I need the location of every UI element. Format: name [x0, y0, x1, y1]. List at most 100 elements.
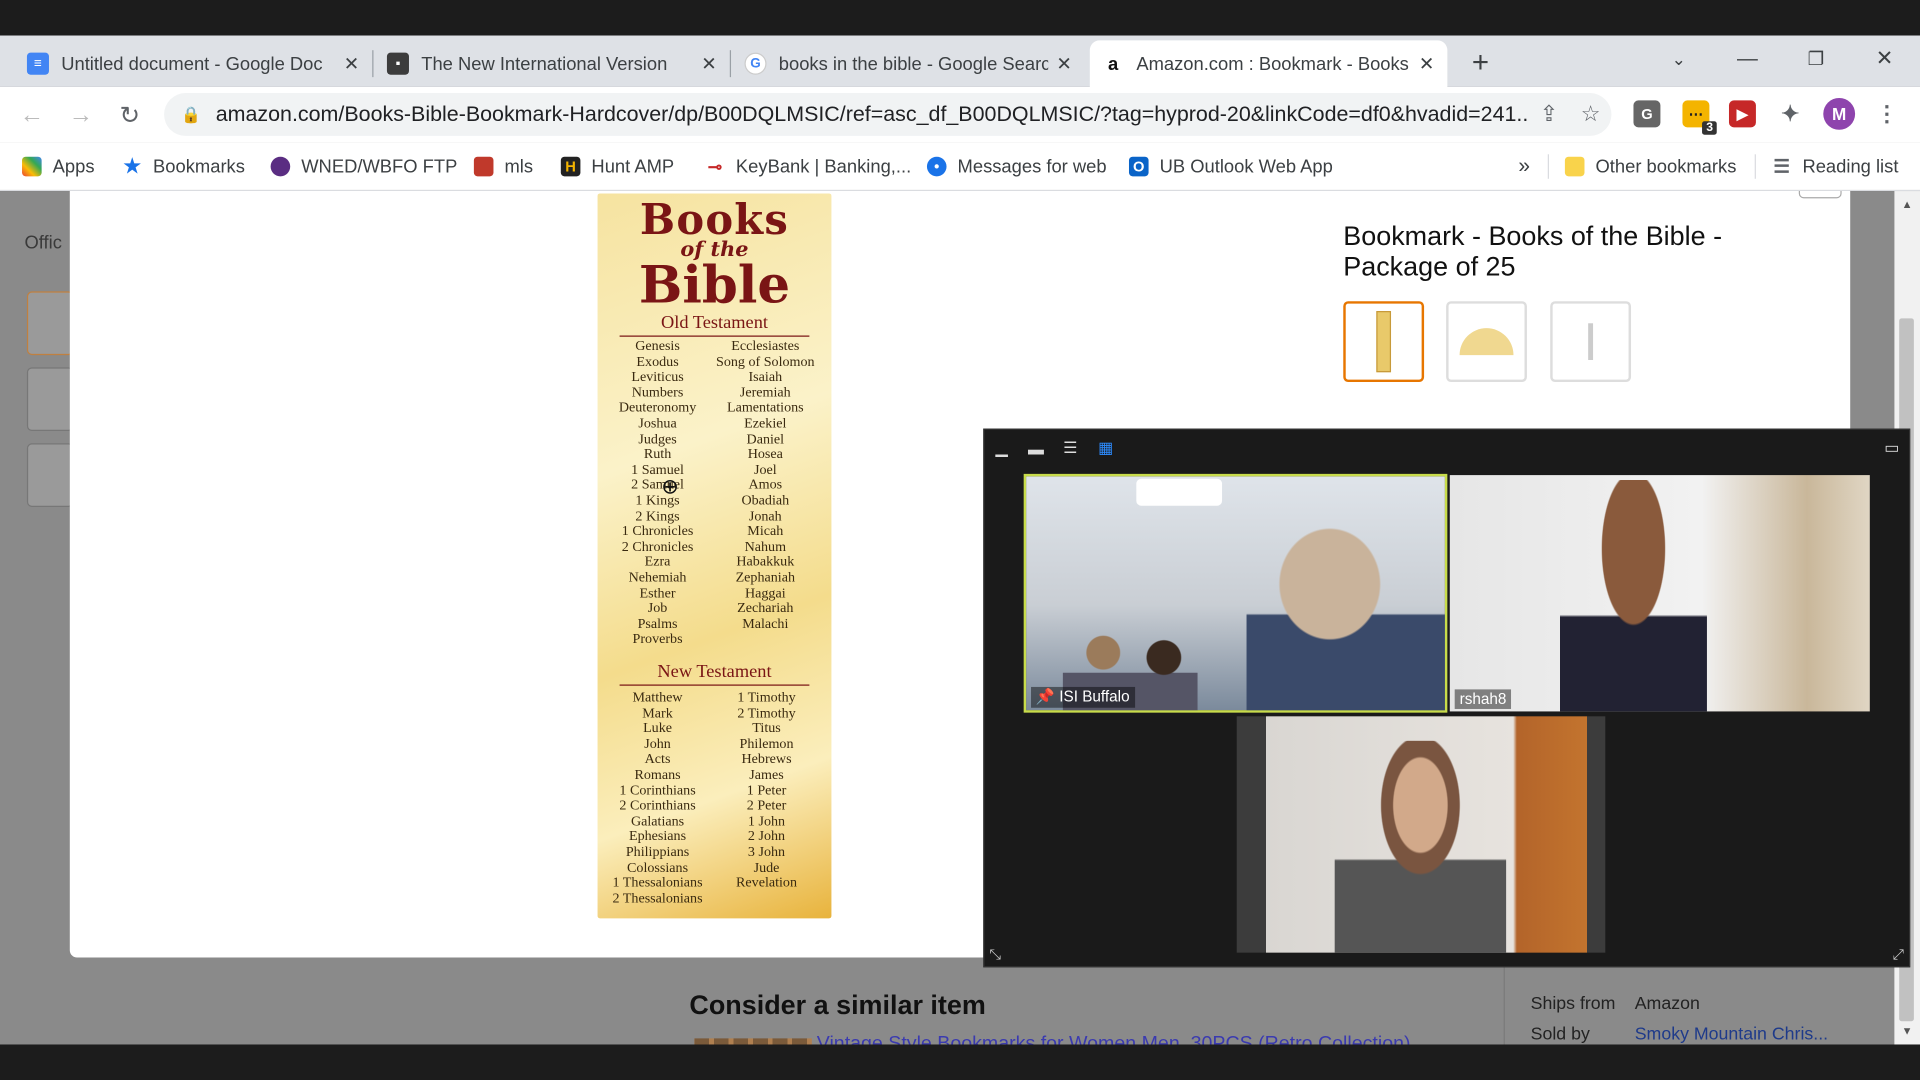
bible-book-name: 2 Chronicles — [621, 539, 694, 555]
browser-toolbar: ← → ↻ 🔒 amazon.com/Books-Bible-Bookmark-… — [0, 86, 1920, 143]
share-icon[interactable]: ⇪ — [1528, 102, 1570, 128]
bible-book-name: John — [644, 736, 671, 752]
image-thumbnail-3[interactable] — [1550, 301, 1632, 383]
bookmark-mls[interactable]: mls — [473, 152, 534, 181]
tab-amazon[interactable]: a Amazon.com : Bookmark - Books ✕ — [1089, 40, 1448, 87]
close-icon[interactable]: ✕ — [700, 53, 717, 75]
speaker-view-icon[interactable]: ▬ — [1026, 439, 1046, 457]
modal-close-button[interactable] — [1798, 191, 1842, 199]
bible-book-name: Jeremiah — [739, 385, 791, 401]
side-thumbnail[interactable] — [26, 367, 74, 432]
bookmark-label: Other bookmarks — [1595, 156, 1737, 177]
bookmark-messages[interactable]: • Messages for web — [926, 152, 1107, 181]
hunt-icon: H — [560, 156, 581, 177]
bible-book-name: Micah — [747, 524, 784, 539]
reading-list[interactable]: ☰ Reading list — [1772, 152, 1898, 181]
product-title: Bookmark - Books of the Bible - Package … — [1343, 220, 1723, 282]
strip-view-icon[interactable]: ☰ — [1060, 438, 1080, 456]
scroll-down-icon[interactable]: ▼ — [1902, 1025, 1913, 1037]
old-testament-right-column: Ecclesiastes Song of Solomon Isaiah Jeremia… — [710, 339, 820, 632]
forward-icon[interactable]: → — [64, 98, 98, 132]
extensions-puzzle-icon[interactable]: ✦ — [1777, 100, 1804, 127]
bookmarks-bar: Apps ★ Bookmarks WNED/WBFO FTP mls H Hunt … — [0, 142, 1920, 192]
reload-icon[interactable]: ↻ — [113, 98, 147, 132]
bookmark-label: mls — [504, 156, 534, 177]
meet-extension-icon[interactable]: ⋯ 3 — [1682, 100, 1717, 135]
resize-handle-icon[interactable]: ⤢ — [1892, 945, 1904, 963]
bookmark-wned[interactable]: WNED/WBFO FTP — [270, 152, 458, 181]
bookmark-label: KeyBank | Banking,... — [735, 156, 912, 177]
minimize-icon[interactable]: — — [1719, 36, 1775, 83]
restore-icon[interactable]: ❐ — [1788, 36, 1844, 83]
close-icon[interactable]: ✕ — [1056, 53, 1073, 75]
close-icon[interactable]: ✕ — [1418, 53, 1435, 75]
bible-book-name: Exodus — [636, 354, 679, 370]
bible-book-name: Mark — [642, 706, 673, 721]
video-call-toolbar: ▁ ▬ ☰ ▦ ▭ — [984, 430, 1911, 469]
video-call-window[interactable]: ▁ ▬ ☰ ▦ ▭ 📌 ISI Buffalo rshah8 yiya ⤡ ⤢ — [983, 428, 1911, 968]
participant-video — [1246, 525, 1445, 711]
bookmark-outlook[interactable]: O UB Outlook Web App — [1128, 152, 1333, 181]
bible-book-name: Philemon — [739, 736, 794, 752]
bible-book-name: 1 Peter — [746, 783, 787, 798]
new-testament-heading: New Testament — [619, 662, 810, 686]
pin-icon: 📌 — [1035, 688, 1060, 706]
bible-book-name: Habakkuk — [736, 555, 795, 570]
tab-niv[interactable]: ▪ The New International Version ✕ — [375, 40, 730, 87]
tab-search-icon[interactable]: ⌄ — [1651, 36, 1707, 83]
participant-tile-yiya[interactable]: yiya — [1236, 716, 1606, 953]
gallery-view-icon[interactable]: ▦ — [1096, 438, 1116, 456]
bible-book-name: 2 Thessalonians — [612, 891, 703, 906]
bible-book-name: Daniel — [746, 431, 785, 447]
url-text[interactable]: amazon.com/Books-Bible-Bookmark-Hardcove… — [216, 102, 1528, 128]
back-icon[interactable]: ← — [15, 98, 49, 132]
new-tab-button[interactable]: + — [1460, 40, 1502, 87]
close-icon[interactable]: ✕ — [343, 53, 360, 75]
similar-item-link[interactable]: Vintage Style Bookmarks for Women Men, 3… — [817, 1033, 1411, 1044]
bookmark-label: WNED/WBFO FTP — [301, 156, 458, 177]
profile-avatar[interactable]: M — [1823, 97, 1856, 130]
bookmark-product-image[interactable]: Books of the Bible Old Testament Genesis… — [597, 193, 832, 919]
bookmarks-overflow[interactable]: » — [1518, 152, 1530, 181]
menu-kebab-icon[interactable]: ⋮ — [1873, 100, 1900, 127]
star-icon[interactable]: ☆ — [1570, 102, 1612, 128]
key-icon: ⊸ — [707, 156, 723, 176]
scroll-up-icon[interactable]: ▲ — [1902, 198, 1913, 210]
bookmark-keybank[interactable]: ⊸ KeyBank | Banking,... — [705, 152, 911, 181]
tab-google-docs[interactable]: ≡ Untitled document - Google Doc ✕ — [15, 40, 373, 87]
bookmark-apps[interactable]: Apps — [22, 152, 95, 181]
apps-grid-icon — [22, 156, 42, 177]
tab-strip: ≡ Untitled document - Google Doc ✕ ▪ The… — [0, 35, 1920, 87]
side-thumbnail[interactable] — [26, 443, 74, 507]
image-thumbnail-2[interactable] — [1446, 301, 1527, 383]
bible-book-name: Psalms — [637, 616, 678, 632]
sold-by-label: Sold by — [1530, 1024, 1590, 1045]
close-window-icon[interactable]: ✕ — [1856, 36, 1912, 83]
bible-book-name: Philippians — [625, 844, 690, 860]
grammarly-icon[interactable]: G — [1633, 100, 1661, 128]
sold-by-link[interactable]: Smoky Mountain Chris... — [1635, 1025, 1828, 1045]
bible-book-name: Malachi — [742, 616, 789, 632]
bookmark-bookmarks[interactable]: ★ Bookmarks — [122, 152, 244, 181]
lock-icon: 🔒 — [181, 104, 202, 124]
bible-book-name: 2 Kings — [635, 508, 680, 524]
participant-tile-rshah8[interactable]: rshah8 — [1449, 475, 1870, 712]
address-bar[interactable]: 🔒 amazon.com/Books-Bible-Bookmark-Hardco… — [164, 93, 1612, 136]
side-thumbnail[interactable] — [26, 291, 74, 356]
resize-handle-icon[interactable]: ⤡ — [989, 945, 1001, 963]
minimize-icon[interactable]: ▁ — [992, 438, 1012, 456]
exit-fullscreen-icon[interactable]: ▭ — [1882, 438, 1902, 456]
image-thumbnail-1[interactable] — [1343, 301, 1425, 383]
bible-app-icon: ▪ — [386, 52, 409, 75]
bible-book-name: Romans — [634, 767, 681, 783]
participant-name: 📌 ISI Buffalo — [1031, 686, 1135, 708]
bible-book-name: Acts — [644, 752, 671, 767]
bible-book-name: 1 Chronicles — [621, 524, 694, 539]
screen-record-icon[interactable]: ▶ — [1728, 100, 1756, 128]
tab-google-search[interactable]: G books in the bible - Google Searc ✕ — [732, 40, 1085, 87]
bookmark-other[interactable]: Other bookmarks — [1564, 152, 1737, 181]
bible-book-name: Ezekiel — [744, 416, 787, 431]
participant-tile-isi-buffalo[interactable]: 📌 ISI Buffalo — [1023, 473, 1448, 713]
bookmark-hunt[interactable]: H Hunt AMP — [560, 152, 674, 181]
bible-book-name: Nahum — [744, 539, 787, 555]
